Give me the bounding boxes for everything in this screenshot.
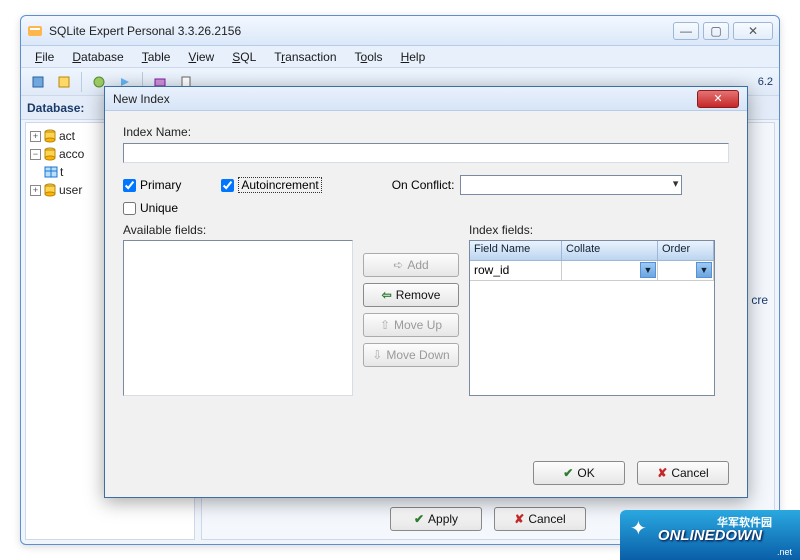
autoincrement-checkbox[interactable]: Autoincrement <box>221 177 321 193</box>
tree-label: acco <box>59 147 84 161</box>
available-fields-list[interactable] <box>123 240 353 396</box>
menu-bar: File Database Table View SQL Transaction… <box>21 46 779 68</box>
maximize-button[interactable]: ▢ <box>703 22 729 40</box>
main-close-button[interactable]: ✕ <box>733 22 773 40</box>
watermark-badge: ✦ 华军软件园 ONLINEDOWN .net <box>620 510 800 560</box>
primary-check-input[interactable] <box>123 179 136 192</box>
database-icon <box>43 183 57 197</box>
tree-label: user <box>59 183 82 197</box>
cell-field-name[interactable]: row_id <box>470 261 562 281</box>
autoincrement-check-input[interactable] <box>221 179 234 192</box>
version-tag: 6.2 <box>758 76 773 88</box>
autoincrement-label: Autoincrement <box>238 177 321 193</box>
move-down-label: Move Down <box>386 348 449 362</box>
watermark-suffix: .net <box>777 547 792 557</box>
arrow-down-icon: ⇩ <box>372 348 382 362</box>
unique-checkbox[interactable]: Unique <box>123 201 729 215</box>
ok-button[interactable]: ✔ OK <box>533 461 625 485</box>
arrow-up-icon: ⇧ <box>380 318 390 332</box>
index-name-input[interactable] <box>123 143 729 163</box>
cre-fragment: cre <box>751 293 768 307</box>
ok-label: OK <box>577 466 594 480</box>
menu-tools[interactable]: Tools <box>347 48 391 66</box>
cancel-button[interactable]: ✘ Cancel <box>637 461 729 485</box>
move-down-button[interactable]: ⇩ Move Down <box>363 343 459 367</box>
dialog-title-text: New Index <box>113 92 697 106</box>
new-index-dialog: New Index ✕ Index Name: Primary Autoincr… <box>104 86 748 498</box>
database-icon <box>43 147 57 161</box>
cancel-label: Cancel <box>528 512 565 526</box>
menu-transaction[interactable]: Transaction <box>266 48 344 66</box>
toolbar-separator <box>81 72 82 92</box>
header-order[interactable]: Order <box>658 241 714 261</box>
index-fields-label: Index fields: <box>469 223 729 237</box>
menu-file[interactable]: File <box>27 48 62 66</box>
on-conflict-select[interactable] <box>460 175 682 195</box>
on-conflict-label: On Conflict: <box>392 178 455 192</box>
expand-icon[interactable]: + <box>30 131 41 142</box>
add-button[interactable]: ➪ Add <box>363 253 459 277</box>
toolbar-button[interactable] <box>53 71 75 93</box>
move-up-label: Move Up <box>394 318 442 332</box>
toolbar-button[interactable] <box>27 71 49 93</box>
dialog-close-button[interactable]: ✕ <box>697 90 739 108</box>
unique-check-input[interactable] <box>123 202 136 215</box>
check-icon: ✔ <box>414 512 424 526</box>
dropdown-icon[interactable]: ▼ <box>696 262 712 278</box>
grid-header-row: Field Name Collate Order <box>470 241 714 261</box>
apply-button[interactable]: ✔ Apply <box>390 507 482 531</box>
cell-order[interactable]: ▼ <box>658 261 714 281</box>
menu-table[interactable]: Table <box>134 48 179 66</box>
app-icon <box>27 23 43 39</box>
expand-icon[interactable]: + <box>30 185 41 196</box>
check-icon: ✔ <box>563 466 573 480</box>
menu-view[interactable]: View <box>180 48 222 66</box>
apply-label: Apply <box>428 512 458 526</box>
database-label: Database: <box>27 101 84 115</box>
main-title-text: SQLite Expert Personal 3.3.26.2156 <box>49 24 673 38</box>
database-icon <box>43 129 57 143</box>
cell-collate[interactable]: ▼ <box>562 261 658 281</box>
move-up-button[interactable]: ⇧ Move Up <box>363 313 459 337</box>
primary-label: Primary <box>140 178 181 192</box>
add-label: Add <box>407 258 428 272</box>
index-fields-grid[interactable]: Field Name Collate Order row_id ▼ ▼ <box>469 240 715 396</box>
tree-label: t <box>60 165 63 179</box>
star-icon: ✦ <box>630 516 647 541</box>
grid-row[interactable]: row_id ▼ ▼ <box>470 261 714 281</box>
header-field-name[interactable]: Field Name <box>470 241 562 261</box>
menu-help[interactable]: Help <box>393 48 434 66</box>
available-fields-label: Available fields: <box>123 223 353 237</box>
arrow-right-icon: ➪ <box>393 258 403 272</box>
tree-label: act <box>59 129 75 143</box>
menu-sql[interactable]: SQL <box>224 48 264 66</box>
arrow-left-icon: ⇦ <box>382 288 392 302</box>
cancel-label: Cancel <box>671 466 708 480</box>
menu-database[interactable]: Database <box>64 48 131 66</box>
index-name-label: Index Name: <box>123 125 729 139</box>
dialog-titlebar[interactable]: New Index ✕ <box>105 87 747 111</box>
remove-label: Remove <box>396 288 441 302</box>
primary-checkbox[interactable]: Primary <box>123 178 181 192</box>
remove-button[interactable]: ⇦ Remove <box>363 283 459 307</box>
x-icon: ✘ <box>514 512 524 526</box>
panel-cancel-button[interactable]: ✘ Cancel <box>494 507 586 531</box>
header-collate[interactable]: Collate <box>562 241 658 261</box>
watermark-cn: 华军软件园 <box>717 514 772 530</box>
collapse-icon[interactable]: − <box>30 149 41 160</box>
minimize-button[interactable]: — <box>673 22 699 40</box>
x-icon: ✘ <box>657 466 667 480</box>
unique-label: Unique <box>140 201 178 215</box>
table-icon <box>44 165 58 179</box>
main-titlebar[interactable]: SQLite Expert Personal 3.3.26.2156 — ▢ ✕ <box>21 16 779 46</box>
dropdown-icon[interactable]: ▼ <box>640 262 656 278</box>
